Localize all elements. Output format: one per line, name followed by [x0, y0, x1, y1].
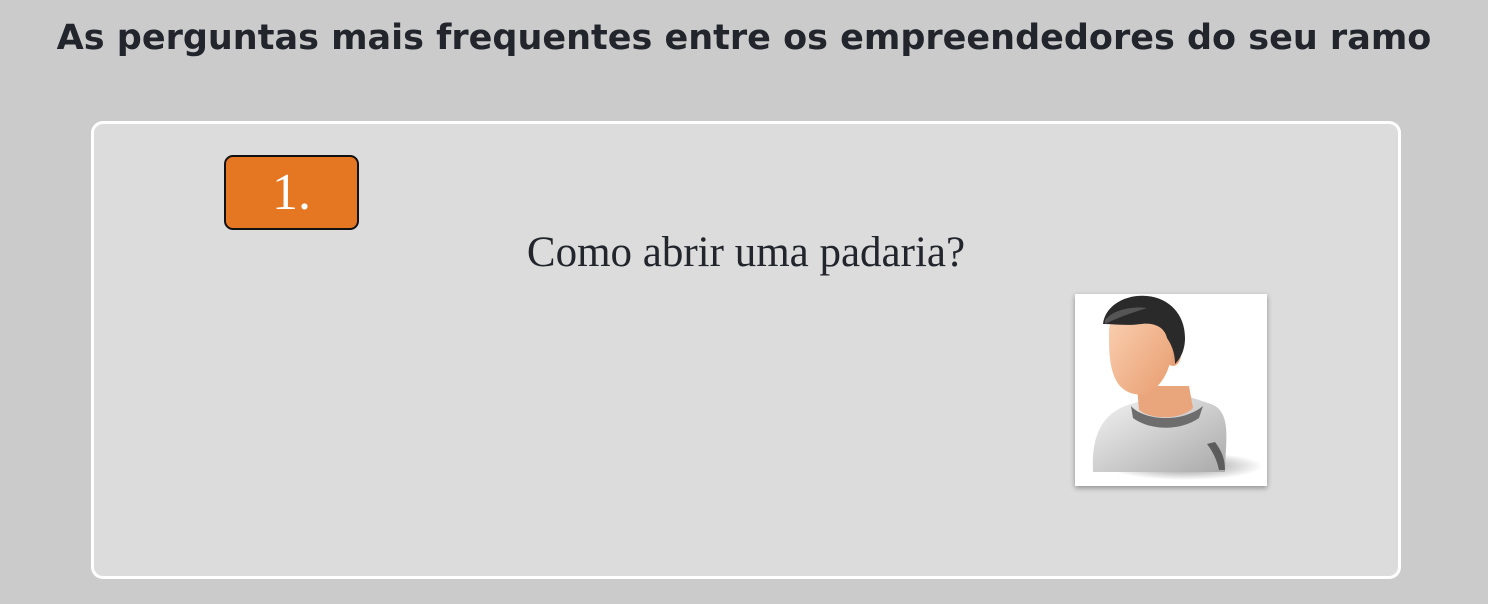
user-avatar-icon	[1075, 294, 1267, 486]
question-text[interactable]: Como abrir uma padaria?	[94, 228, 1398, 277]
page-title: As perguntas mais frequentes entre os em…	[56, 18, 1432, 58]
question-number-badge: 1.	[224, 155, 359, 230]
faq-card: 1. Como abrir uma padaria?	[91, 121, 1401, 579]
